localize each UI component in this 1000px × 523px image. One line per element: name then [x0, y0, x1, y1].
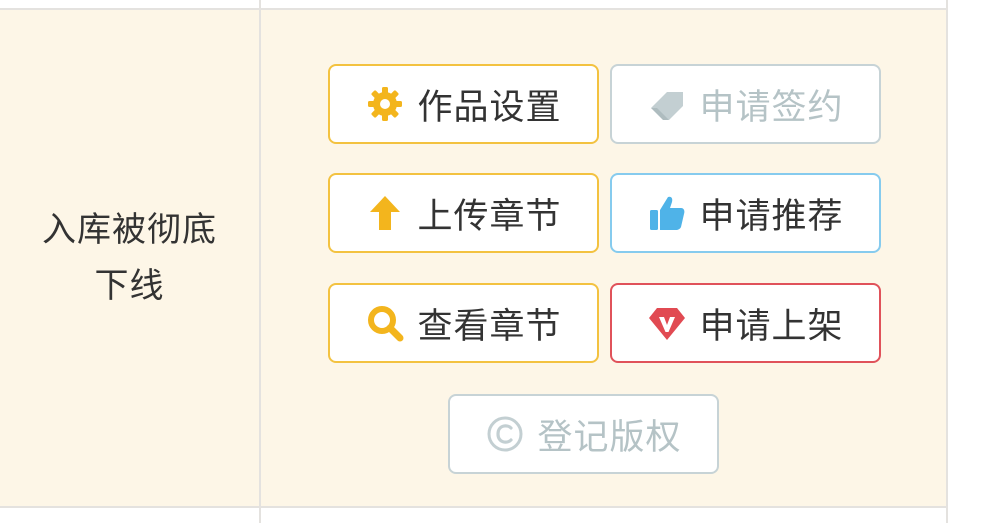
apply-recommend-label: 申请推荐 — [699, 196, 844, 237]
previous-row-bottom — [0, 0, 948, 8]
gear-icon — [365, 84, 405, 124]
view-chapter-button[interactable]: 查看章节 — [328, 283, 599, 363]
apply-sign-label: 申请签约 — [699, 87, 844, 128]
upload-chapter-button[interactable]: 上传章节 — [328, 173, 599, 253]
copyright-icon — [485, 414, 525, 454]
row-label-cell: 入库被彻底 下线 — [0, 8, 259, 508]
row-label-text: 入库被彻底 下线 — [42, 210, 217, 306]
register-copyright-button[interactable]: 登记版权 — [448, 394, 719, 474]
magnifier-icon — [365, 303, 405, 343]
column-divider — [259, 0, 261, 523]
apply-sign-button[interactable]: 申请签约 — [610, 64, 881, 144]
page: 入库被彻底 下线 作品设置 申请签约 上传章节 申请推荐 查看章节 申请上架 登… — [0, 0, 1000, 523]
apply-shelf-label: 申请上架 — [699, 306, 844, 347]
view-chapter-label: 查看章节 — [417, 306, 562, 347]
page-margin — [948, 0, 1000, 523]
apply-recommend-button[interactable]: 申请推荐 — [610, 173, 881, 253]
upload-chapter-label: 上传章节 — [417, 196, 562, 237]
eraser-tag-icon — [647, 84, 687, 124]
work-settings-label: 作品设置 — [417, 87, 562, 128]
arrow-up-icon — [365, 193, 405, 233]
next-row-top — [0, 508, 948, 523]
work-settings-button[interactable]: 作品设置 — [328, 64, 599, 144]
apply-shelf-button[interactable]: 申请上架 — [610, 283, 881, 363]
register-copyright-label: 登记版权 — [537, 417, 682, 458]
thumbs-up-icon — [647, 193, 687, 233]
v-diamond-icon — [647, 303, 687, 343]
